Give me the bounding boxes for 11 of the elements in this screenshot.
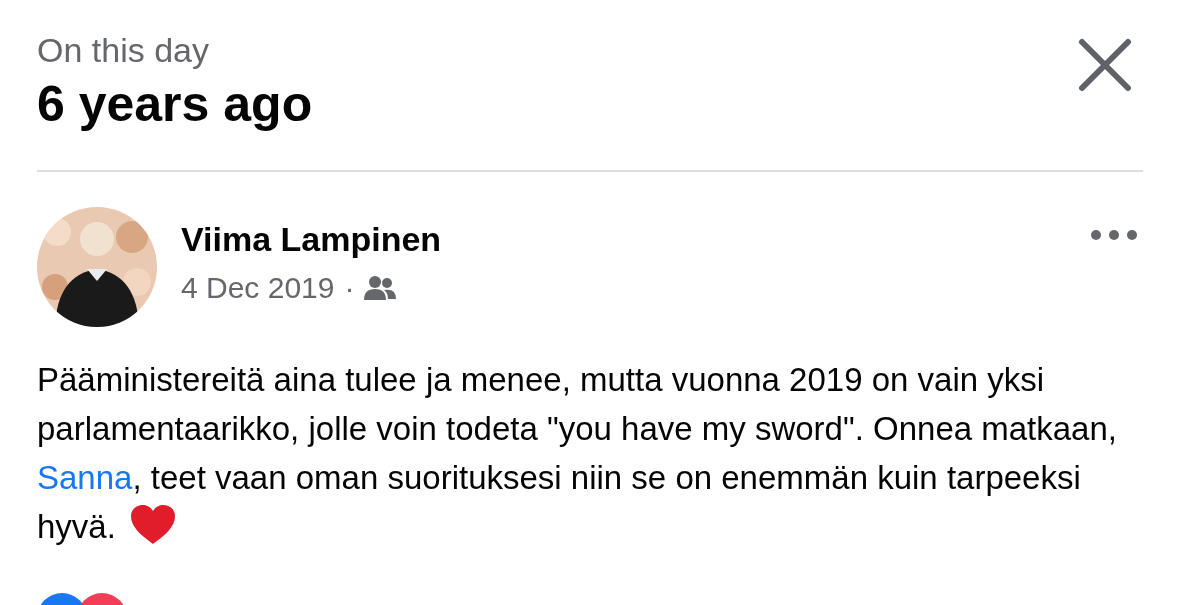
mention-link[interactable]: Sanna — [37, 459, 133, 496]
post-text: Pääministereitä aina tulee ja menee, mutta vuonna 2019 on vain yksi parlamentaarikko, jolle voin todeta "you have my sword". Onnea matkaan, Sanna, teet vaan oman suorituksesi niin se on enemmän kuin tarpeeksi hyvä. — [37, 360, 1118, 548]
heart-icon — [129, 504, 178, 546]
close-icon[interactable] — [1078, 38, 1132, 92]
header-subtitle: On this day — [37, 30, 210, 70]
post-date[interactable]: 4 Dec 2019 — [181, 271, 335, 305]
header-title: 6 years ago — [37, 75, 313, 134]
author-name[interactable]: Viima Lampinen — [181, 219, 1090, 259]
separator-dot: · — [344, 271, 355, 305]
more-icon[interactable] — [1090, 229, 1138, 241]
friends-icon — [364, 275, 397, 301]
